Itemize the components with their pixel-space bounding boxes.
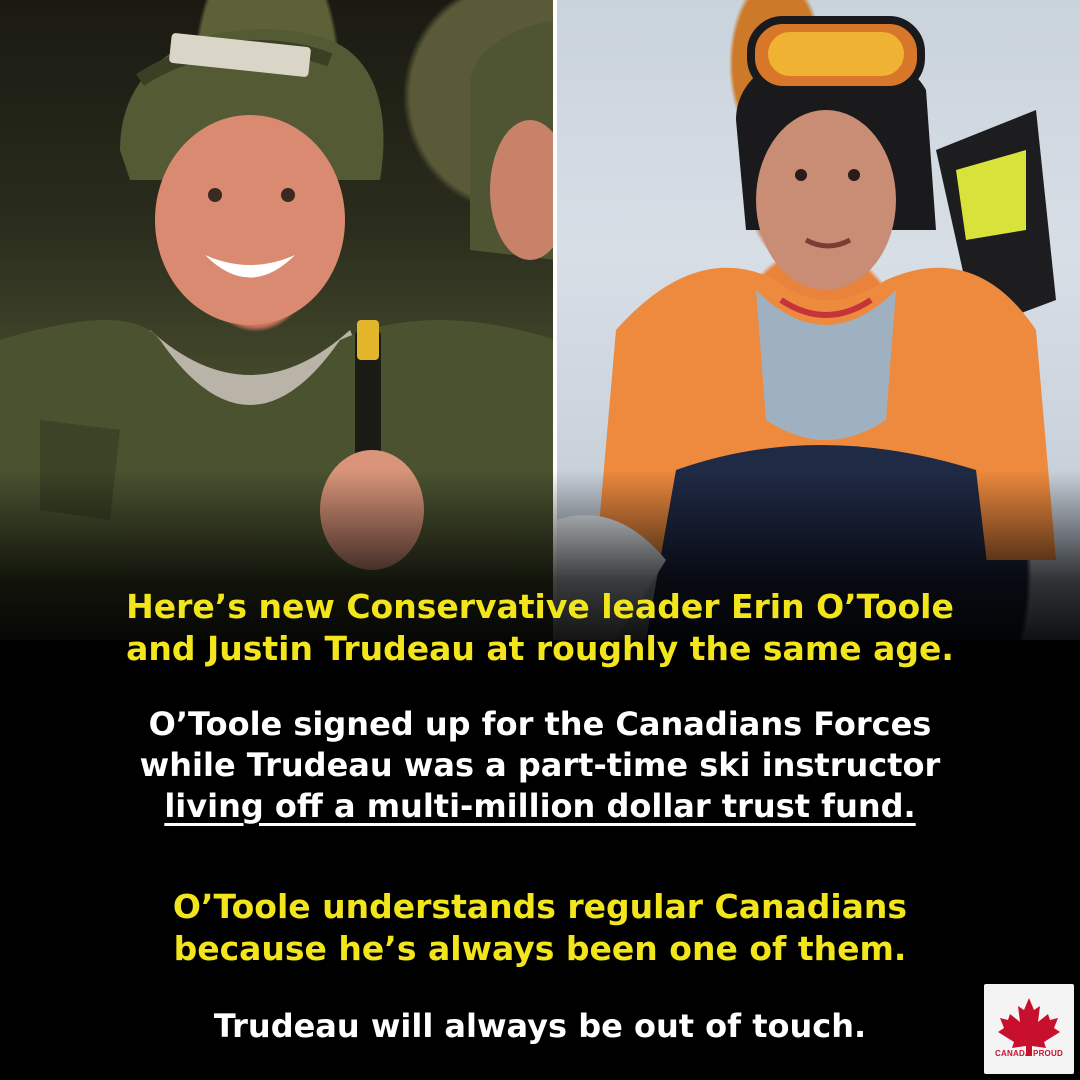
caption-contrast-line: O’Toole signed up for the Canadians Forc… bbox=[148, 705, 932, 743]
meme-post: Here’s new Conservative leader Erin O’To… bbox=[0, 0, 1080, 1080]
caption-conclusion: Trudeau will always be out of touch. bbox=[0, 1006, 1080, 1047]
caption-claim: O’Toole understands regular Canadians be… bbox=[0, 886, 1080, 970]
maple-leaf-icon bbox=[998, 998, 1060, 1056]
caption-intro-line: and Justin Trudeau at roughly the same a… bbox=[126, 629, 954, 669]
caption-intro-line: Here’s new Conservative leader Erin O’To… bbox=[126, 587, 954, 626]
logo-text: CANADA PROUD bbox=[995, 1049, 1063, 1058]
caption-conclusion-line: Trudeau will always be out of touch. bbox=[213, 1007, 867, 1045]
caption-contrast-underlined-line: living off a multi-million dollar trust … bbox=[164, 786, 916, 825]
caption-claim-line: because he’s always been one of them. bbox=[173, 929, 907, 969]
caption-contrast: O’Toole signed up for the Canadians Forc… bbox=[0, 704, 1080, 827]
caption-contrast-line: while Trudeau was a part-time ski instru… bbox=[139, 745, 941, 784]
caption-claim-line: O’Toole understands regular Canadians bbox=[172, 887, 908, 926]
caption-intro: Here’s new Conservative leader Erin O’To… bbox=[0, 586, 1080, 670]
canada-proud-logo: CANADA PROUD bbox=[984, 984, 1074, 1074]
